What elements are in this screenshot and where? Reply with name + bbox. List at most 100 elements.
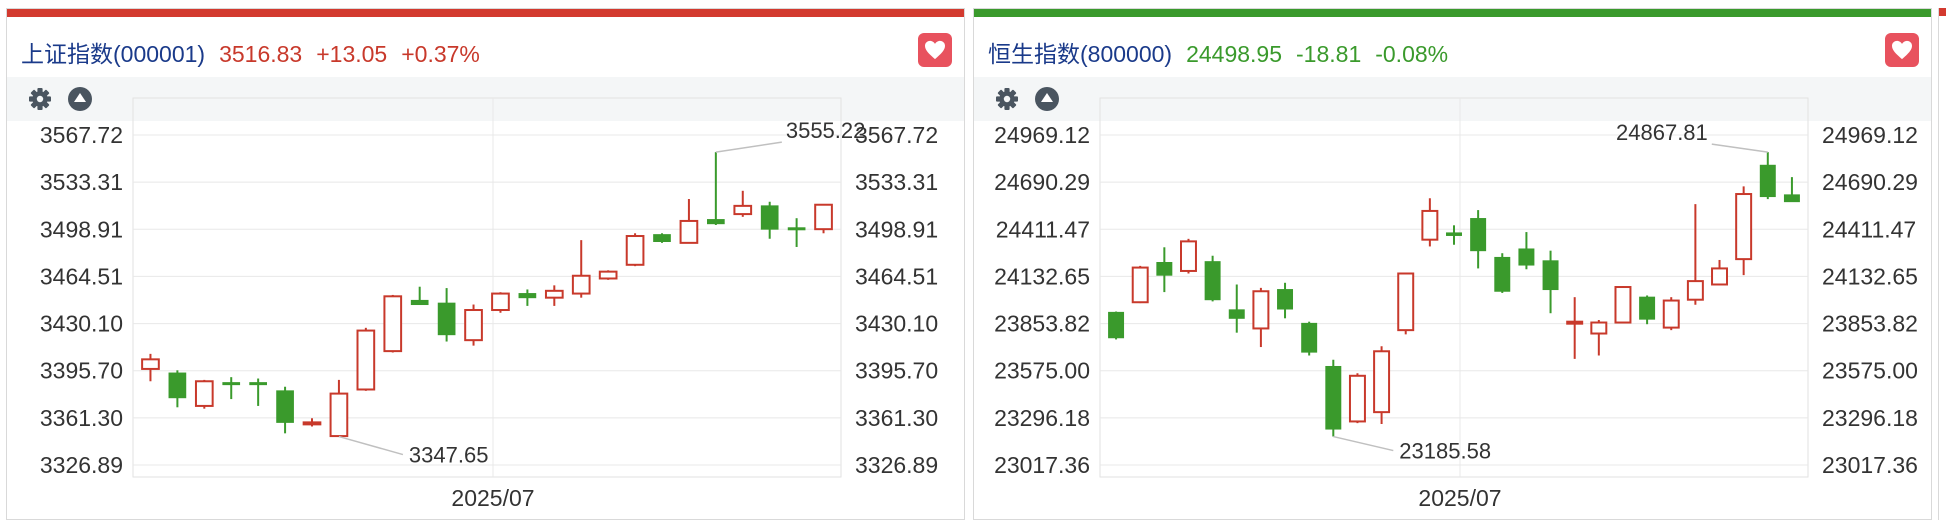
- y-tick-label-right: 3430.10: [855, 311, 938, 337]
- y-tick-label-left: 23853.82: [994, 311, 1090, 337]
- y-tick-label-left: 3464.51: [40, 263, 123, 289]
- y-tick-label-left: 23296.18: [994, 405, 1090, 431]
- candle-body: [356, 329, 376, 391]
- max-value-label: 24867.81: [1616, 120, 1708, 145]
- candle-body: [518, 293, 537, 299]
- candle-body: [707, 219, 725, 225]
- plot-area-frame: [132, 97, 842, 478]
- candle-body: [1470, 218, 1487, 252]
- candle-body: [1711, 267, 1729, 286]
- candle-body: [141, 358, 160, 370]
- candle-body: [1180, 240, 1197, 272]
- y-tick-label-left: 3361.30: [40, 405, 123, 431]
- candle-body: [1108, 311, 1125, 339]
- candle-body: [1204, 261, 1221, 301]
- y-tick-label-left: 3533.31: [40, 169, 123, 195]
- y-tick-label-right: 3567.72: [855, 122, 938, 148]
- candle-body: [1614, 286, 1632, 324]
- candle-body: [653, 234, 671, 242]
- y-tick-label-right: 24411.47: [1822, 216, 1916, 242]
- candle-body: [1131, 266, 1149, 304]
- y-tick-label-left: 3498.91: [40, 216, 123, 242]
- candle-body: [1325, 365, 1342, 430]
- candle-body: [1494, 256, 1511, 292]
- y-tick-label-right: 23853.82: [1822, 311, 1918, 337]
- y-tick-label-left: 24969.12: [994, 122, 1090, 148]
- y-tick-label-left: 3567.72: [40, 122, 123, 148]
- candle-body: [168, 372, 187, 399]
- y-tick-label-right: 3464.51: [855, 263, 938, 289]
- shanghai-index-panel: 上证指数(000001) 3516.83 +13.05 +0.37% 3567.…: [6, 8, 965, 520]
- candle-body: [249, 382, 268, 386]
- candle-body: [814, 203, 833, 231]
- candle-body: [1639, 296, 1656, 320]
- candle-body: [383, 295, 403, 353]
- candle-body: [760, 205, 779, 230]
- y-tick-label-right: 24690.29: [1822, 169, 1918, 195]
- y-tick-label-left: 23017.36: [994, 452, 1090, 478]
- candle-body: [437, 302, 456, 336]
- candle-body: [1156, 262, 1173, 276]
- candlestick-chart[interactable]: 24969.12 24969.12 24690.29 24690.29 24411.47…: [974, 9, 1933, 521]
- y-tick-label-left: 3430.10: [40, 311, 123, 337]
- y-tick-label-left: 24411.47: [996, 216, 1090, 242]
- candle-body: [329, 392, 349, 438]
- candle-body: [598, 270, 618, 280]
- candle-body: [1542, 260, 1559, 291]
- candle-body: [410, 299, 429, 306]
- y-tick-label-right: 3498.91: [855, 216, 938, 242]
- y-tick-label-left: 23575.00: [994, 358, 1090, 384]
- min-label-leader: [338, 435, 404, 456]
- candle-body: [1397, 272, 1415, 332]
- candle-body: [679, 219, 699, 244]
- y-tick-label-left: 24690.29: [994, 169, 1090, 195]
- candle-body: [276, 390, 294, 423]
- hang-seng-index-panel: 恒生指数(800000) 24498.95 -18.81 -0.08% 2496…: [973, 8, 1932, 520]
- candle-body: [1421, 209, 1439, 241]
- y-tick-label-right: 23017.36: [1822, 452, 1918, 478]
- y-tick-label-right: 3533.31: [855, 169, 938, 195]
- y-tick-label-right: 23575.00: [1822, 358, 1918, 384]
- candle-body: [1518, 248, 1535, 266]
- y-tick-label-left: 3326.89: [40, 452, 123, 478]
- y-tick-label-right: 24969.12: [1822, 122, 1918, 148]
- candle-body: [1446, 232, 1462, 236]
- y-tick-label-left: 3395.70: [40, 358, 123, 384]
- y-tick-label-right: 3395.70: [855, 358, 938, 384]
- candle-body: [1566, 320, 1584, 325]
- x-axis-label: 2025/07: [451, 485, 534, 511]
- candle-body: [1301, 322, 1318, 353]
- candle-body: [491, 292, 510, 312]
- candle-body: [1783, 194, 1800, 203]
- y-tick-label-right: 3361.30: [855, 405, 938, 431]
- y-tick-label-left: 24132.65: [994, 263, 1090, 289]
- candle-body: [1348, 374, 1366, 423]
- max-value-label: 3555.22: [786, 118, 866, 143]
- candle-body: [1228, 309, 1245, 319]
- min-value-label: 23185.58: [1399, 439, 1491, 464]
- candle-body: [302, 421, 322, 426]
- candle-body: [1686, 280, 1704, 301]
- candle-body: [1590, 321, 1608, 335]
- min-label-leader: [1333, 435, 1394, 452]
- candle-body: [1662, 299, 1680, 329]
- min-value-label: 3347.65: [409, 443, 489, 468]
- panel-color-bar: [1939, 8, 1946, 16]
- candle-body: [544, 289, 564, 299]
- candle-body: [1735, 193, 1753, 261]
- candle-body: [464, 309, 483, 342]
- max-label-leader: [715, 141, 782, 153]
- candle-body: [571, 274, 591, 295]
- y-tick-label-right: 24132.65: [1822, 263, 1918, 289]
- candle-body: [733, 204, 753, 216]
- candle-body: [222, 382, 241, 386]
- x-axis-label: 2025/07: [1418, 485, 1501, 511]
- candle-body: [1277, 289, 1294, 310]
- candle-body: [1373, 350, 1391, 414]
- max-label-leader: [1711, 143, 1768, 153]
- y-tick-label-right: 23296.18: [1822, 405, 1918, 431]
- candle-body: [1252, 290, 1270, 330]
- y-tick-label-right: 3326.89: [855, 452, 938, 478]
- candle-body: [625, 235, 645, 266]
- candlestick-chart[interactable]: 3567.72 3567.72 3533.31 3533.31 3498.91 3498.…: [7, 9, 966, 521]
